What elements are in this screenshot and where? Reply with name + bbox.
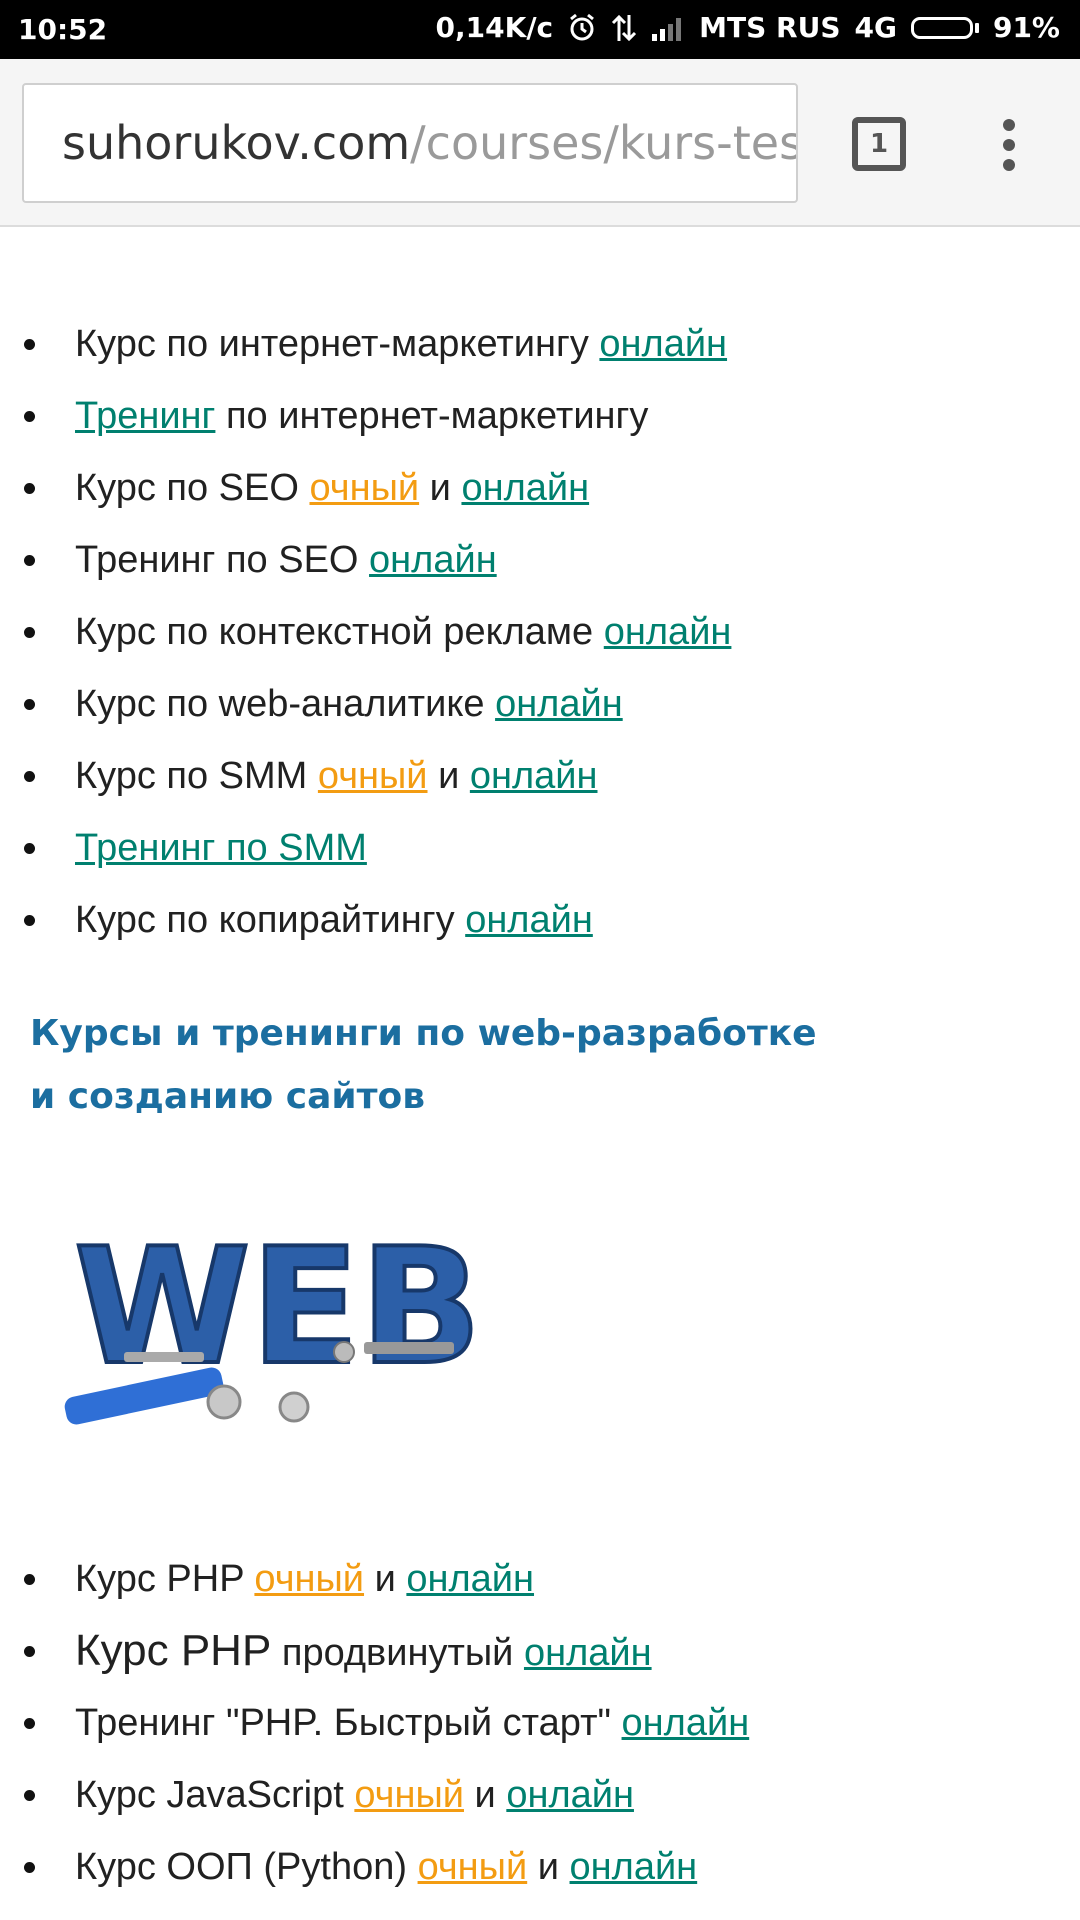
browser-toolbar: suhorukov.com/courses/kurs-test 1 xyxy=(0,59,1080,227)
list-item: Курс PHP продвинутый онлайн xyxy=(0,1615,1080,1687)
list-item: Курс по контекстной рекламе онлайн xyxy=(0,596,1080,668)
online-link[interactable]: онлайн xyxy=(570,1846,698,1888)
list-item: Курс по web-аналитике онлайн xyxy=(0,668,1080,740)
online-link[interactable]: онлайн xyxy=(506,1774,634,1816)
list-item: Курс по интернет-маркетингу онлайн xyxy=(0,308,1080,380)
list-item: Курс PHP очный и онлайн xyxy=(0,1543,1080,1615)
list-item: Курс ООП (Python) очный и онлайн xyxy=(0,1831,1080,1903)
course-list-webdev: Курс PHP очный и онлайн Курс PHP продвин… xyxy=(0,1543,1080,1903)
ochny-link[interactable]: очный xyxy=(418,1846,528,1888)
svg-text:WEB: WEB xyxy=(74,1213,482,1400)
status-bar: 10:52 0,14K/c MTS RUS 4G 91% xyxy=(0,0,1080,59)
data-transfer-icon xyxy=(611,13,637,43)
network-speed: 0,14K/c xyxy=(435,11,554,44)
list-item: Курс по копирайтингу онлайн xyxy=(0,884,1080,956)
ochny-link[interactable]: очный xyxy=(354,1774,464,1816)
online-link[interactable]: онлайн xyxy=(369,539,497,581)
ochny-link[interactable]: очный xyxy=(318,755,428,797)
battery-percent: 91% xyxy=(992,11,1060,44)
course-list-marketing: Курс по интернет-маркетингу онлайн Трени… xyxy=(0,308,1080,956)
list-item: Тренинг по интернет-маркетингу xyxy=(0,380,1080,452)
online-link[interactable]: онлайн xyxy=(406,1558,534,1600)
url-domain: suhorukov.com xyxy=(62,116,411,170)
online-link[interactable]: онлайн xyxy=(622,1702,750,1744)
training-link[interactable]: Тренинг xyxy=(75,395,215,437)
online-link[interactable]: онлайн xyxy=(599,323,727,365)
battery-icon xyxy=(910,16,979,39)
list-item: Курс по SMM очный и онлайн xyxy=(0,740,1080,812)
url-path: /courses/kurs-test xyxy=(410,116,798,170)
ochny-link[interactable]: очный xyxy=(254,1558,364,1600)
ochny-link[interactable]: очный xyxy=(309,467,419,509)
online-link[interactable]: онлайн xyxy=(461,467,589,509)
list-item: Курс по SEO очный и онлайн xyxy=(0,452,1080,524)
list-item: Тренинг по SEO онлайн xyxy=(0,524,1080,596)
online-link[interactable]: онлайн xyxy=(524,1632,652,1674)
url-bar[interactable]: suhorukov.com/courses/kurs-test xyxy=(22,83,798,203)
menu-icon[interactable] xyxy=(988,115,1032,175)
web-image: WEB xyxy=(64,1211,484,1425)
online-link[interactable]: онлайн xyxy=(604,611,732,653)
alarm-icon xyxy=(567,13,597,43)
status-time: 10:52 xyxy=(18,13,108,46)
online-link[interactable]: онлайн xyxy=(470,755,598,797)
carrier-name: MTS RUS xyxy=(699,11,841,44)
section-heading: Курсы и тренинги по web-разработке и соз… xyxy=(30,1013,817,1117)
status-right-group: 0,14K/c MTS RUS 4G 91% xyxy=(436,11,1060,44)
list-item: Тренинг по SMM xyxy=(0,812,1080,884)
list-item: Тренинг "PHP. Быстрый старт" онлайн xyxy=(0,1687,1080,1759)
tabs-button[interactable]: 1 xyxy=(852,117,906,171)
list-item: Курс JavaScript очный и онлайн xyxy=(0,1759,1080,1831)
training-smm-link[interactable]: Тренинг по SMM xyxy=(75,827,367,869)
signal-icon xyxy=(651,14,685,42)
online-link[interactable]: онлайн xyxy=(465,899,593,941)
tab-count: 1 xyxy=(869,129,889,159)
online-link[interactable]: онлайн xyxy=(495,683,623,725)
network-type: 4G xyxy=(854,11,897,44)
